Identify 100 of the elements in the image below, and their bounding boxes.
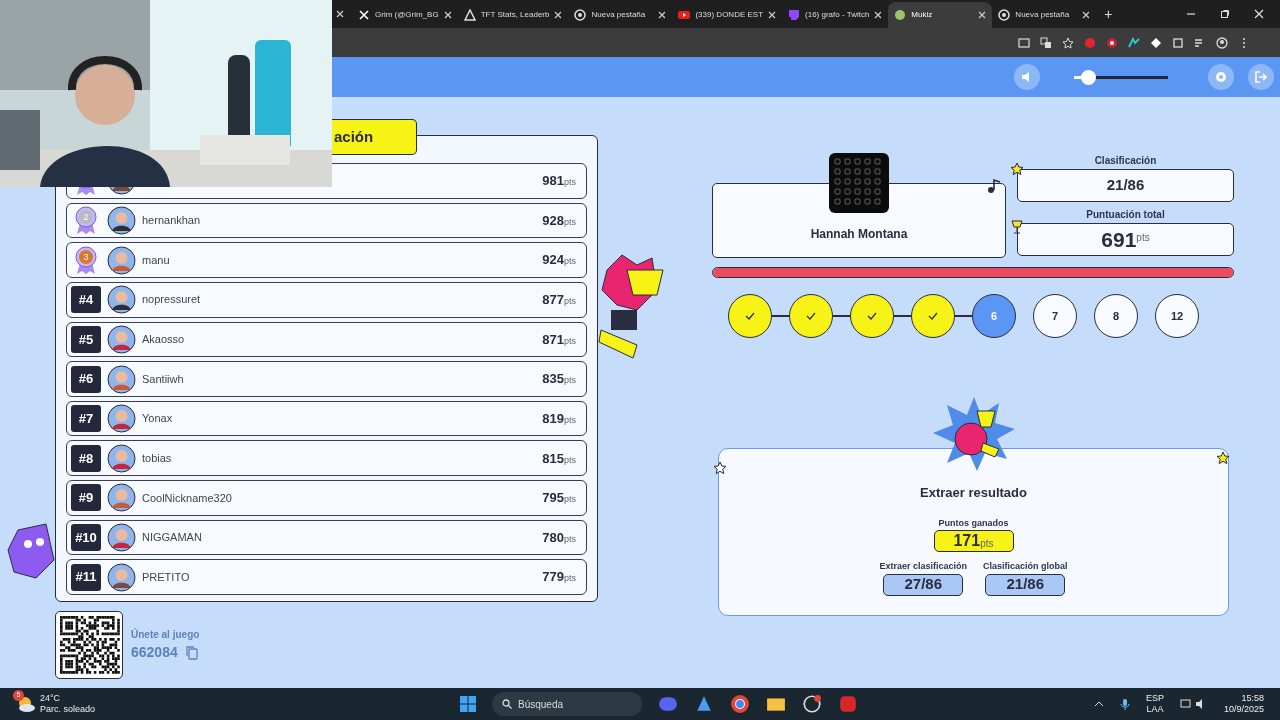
player-score: 819pts [542, 409, 576, 428]
score-label: Puntuación total [1086, 208, 1165, 222]
profile-icon[interactable] [1216, 36, 1228, 49]
avatar [107, 483, 136, 513]
star-icon [1010, 162, 1024, 176]
player-name: manu [142, 252, 171, 268]
join-label: Únete al juego [131, 627, 200, 642]
avatar [107, 205, 136, 235]
question-step[interactable]: 8 [1094, 294, 1138, 338]
close-icon[interactable] [658, 11, 667, 19]
volume-button[interactable] [1014, 64, 1040, 90]
leaderboard-title: ación [332, 119, 417, 155]
player-score: 835pts [542, 370, 576, 389]
close-icon[interactable] [874, 11, 883, 19]
copy-icon[interactable] [185, 645, 198, 660]
search-field[interactable]: Búsqueda [492, 692, 642, 716]
player-score: 795pts [542, 489, 576, 508]
close-icon[interactable] [768, 11, 777, 19]
avatar [107, 245, 136, 275]
medal-rank: 2 [83, 211, 89, 224]
rank-label: #8 [71, 444, 101, 472]
player-name: Yonax [142, 411, 174, 427]
browser-tab[interactable]: Mukiz [888, 2, 993, 28]
player-score: 779pts [542, 568, 576, 587]
rank-label: #10 [71, 524, 101, 552]
question-step[interactable]: 7 [1033, 294, 1077, 338]
avatar [107, 404, 136, 434]
points-earned: 171pts [933, 530, 1014, 552]
rank-label: #9 [71, 484, 101, 512]
close-icon[interactable] [1254, 9, 1264, 19]
browser-tab[interactable]: (339) DONDE EST [672, 2, 783, 28]
diamond-icon[interactable] [1150, 36, 1162, 49]
chat-logo-icon [788, 9, 801, 21]
weather-icon[interactable] [16, 694, 36, 714]
question-step[interactable] [728, 294, 772, 338]
new-tab-button[interactable]: + [1104, 3, 1113, 25]
close-icon[interactable] [443, 11, 452, 19]
trophy-icon [1011, 220, 1023, 234]
app-icon[interactable] [802, 694, 822, 714]
close-icon[interactable] [554, 11, 563, 19]
record-icon[interactable] [1106, 36, 1118, 49]
player-name: Akaosso [142, 332, 186, 348]
rank-label: Clasificación [1094, 154, 1157, 168]
rank-label: #4 [71, 286, 101, 314]
restore-icon[interactable] [1220, 9, 1230, 19]
exit-button[interactable] [1248, 64, 1274, 90]
check-icon [928, 312, 938, 320]
question-step[interactable] [911, 294, 955, 338]
rank-label: #6 [71, 365, 101, 393]
player-score: 924pts [542, 251, 576, 270]
result-title: Extraer resultado [920, 484, 1027, 502]
player-name: CoolNickname320 [142, 490, 233, 506]
volume-slider[interactable] [1074, 69, 1168, 85]
settings-button[interactable] [1208, 64, 1234, 90]
language[interactable]: ESP [1145, 693, 1164, 704]
player-name: hernankhan [142, 213, 202, 229]
points-label: Puntos ganados [938, 516, 1009, 530]
qr-code [60, 616, 120, 674]
browser-tab[interactable]: Nueva pestaña [992, 2, 1097, 28]
close-icon[interactable] [978, 11, 987, 19]
player-score: 877pts [542, 291, 576, 309]
browser-tab[interactable]: (16) grafo - Twitch [782, 2, 889, 28]
rank-label: #11 [71, 563, 101, 591]
medal-rank: 3 [83, 251, 89, 264]
stat-label: Clasificación global [983, 560, 1068, 573]
x-logo-icon [358, 9, 370, 21]
player-score: 871pts [542, 330, 576, 349]
game-code: 662084 [131, 643, 178, 662]
browser-tab[interactable]: Grim (@Grim_BG [352, 2, 458, 28]
exit-icon [1254, 70, 1268, 84]
stat-label: Extraer clasificación [879, 560, 967, 573]
check-icon [867, 312, 877, 320]
translate-icon[interactable] [1040, 36, 1052, 49]
clock-date[interactable]: 10/9/2025 [1223, 704, 1264, 715]
star-icon[interactable] [1062, 36, 1074, 49]
player-name: Santiiwh [142, 371, 185, 387]
avatar [107, 523, 136, 553]
settings-icon [1214, 70, 1228, 84]
clock-time[interactable]: 15:58 [1241, 693, 1264, 704]
question-step[interactable] [789, 294, 833, 338]
temperature: 24°C [40, 693, 62, 704]
keyboard-layout[interactable]: LAA [1146, 704, 1164, 715]
player-score: 981pts [542, 172, 576, 191]
player-score: 928pts [542, 211, 576, 230]
close-icon[interactable] [336, 10, 344, 18]
rank-label: #5 [71, 325, 101, 353]
player-score: 780pts [542, 528, 576, 547]
player-score: 815pts [542, 449, 576, 468]
slider-thumb[interactable] [1081, 69, 1097, 85]
question-step[interactable] [850, 294, 894, 338]
microphone-icon[interactable] [1119, 698, 1130, 710]
close-icon[interactable] [1082, 11, 1091, 19]
browser-icon[interactable] [730, 694, 750, 714]
browser-tab[interactable]: TFT Stats, Leaderb [457, 2, 569, 28]
start-icon[interactable] [460, 696, 476, 712]
browser-tab[interactable]: Nueva pestaña [568, 2, 673, 28]
question-step[interactable]: 12 [1155, 294, 1199, 338]
weather-text: Parc. soleado [40, 704, 96, 715]
chevron-icon[interactable] [1093, 699, 1104, 709]
avatar [107, 443, 136, 473]
